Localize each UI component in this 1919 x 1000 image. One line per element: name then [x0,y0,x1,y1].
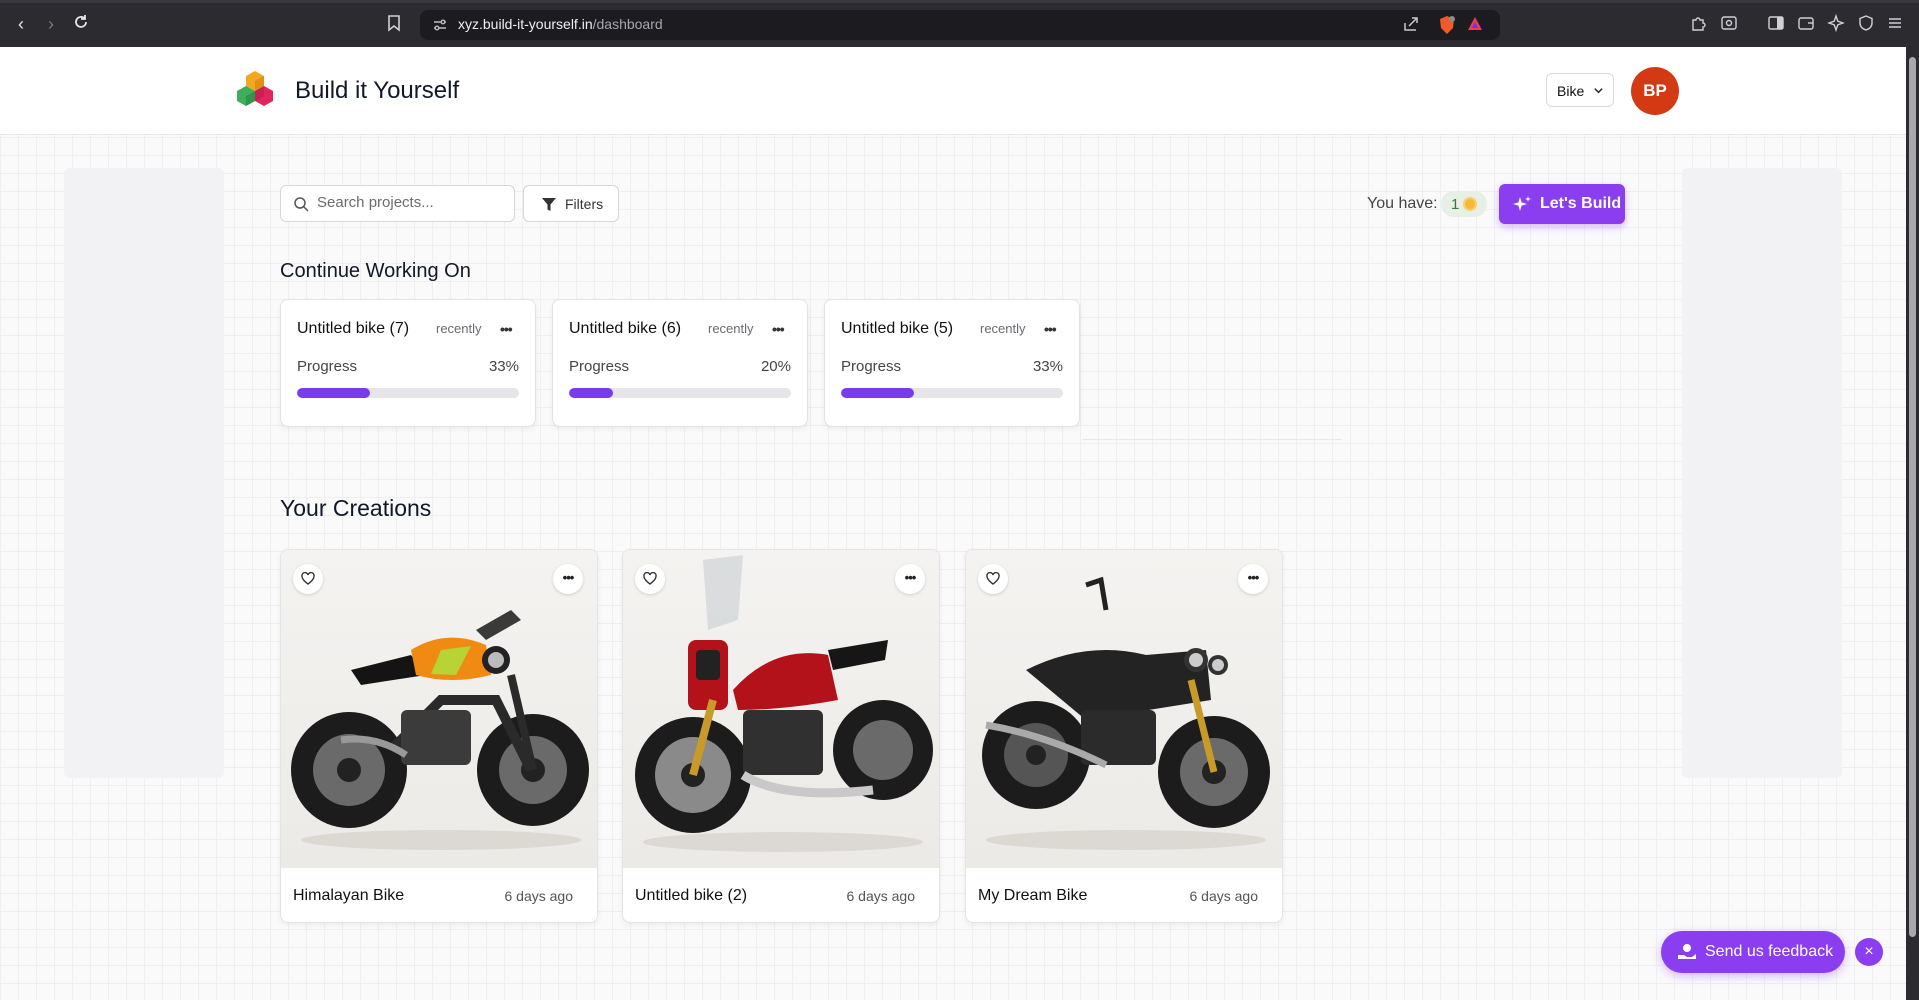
black-cafe-racer-motorcycle-image[interactable] [966,550,1282,868]
credits-badge: 1 [1441,191,1487,217]
back-icon[interactable]: ‹ [10,13,32,35]
app-header: Build it Yourself Bike BP [0,47,1906,135]
brand-name[interactable]: Build it Yourself [295,77,459,105]
url-host: xyz.build-it-yourself.in [458,16,593,32]
creations-section-title: Your Creations [280,495,432,521]
extensions-icon[interactable] [1690,14,1710,34]
site-settings-icon[interactable] [432,17,448,33]
more-options-icon[interactable]: ••• [1044,321,1057,337]
coin-icon [1463,197,1477,211]
filter-icon [542,198,556,211]
category-select[interactable]: Bike [1546,73,1614,107]
progress-label: Progress [841,358,902,375]
more-options-icon[interactable]: ••• [553,564,583,594]
right-ad-panel [1682,168,1842,778]
heart-icon [643,572,657,585]
progress-value: 20% [760,358,791,375]
progress-label: Progress [569,358,630,375]
vpn-shield-icon[interactable] [1857,14,1877,34]
progress-bar [569,388,791,398]
progress-fill [841,388,915,398]
creation-date: 6 days ago [504,888,574,904]
more-options-icon[interactable]: ••• [1238,564,1268,594]
avatar[interactable]: BP [1631,67,1679,115]
forward-icon[interactable]: › [40,13,62,35]
continue-card[interactable]: Untitled bike (7) recently ••• Progress … [280,299,536,427]
project-time: recently [708,321,754,336]
category-select-value: Bike [1557,83,1585,99]
more-options-icon[interactable]: ••• [500,321,513,337]
progress-value: 33% [488,358,519,375]
rewards-icon[interactable] [1466,15,1486,35]
credits-count: 1 [1451,196,1460,213]
creation-title: Untitled bike (2) [635,887,748,904]
project-name: Untitled bike (6) [569,320,682,337]
project-name: Untitled bike (7) [297,320,410,337]
continue-card[interactable]: Untitled bike (6) recently ••• Progress … [552,299,808,427]
continue-section-title: Continue Working On [280,260,471,282]
search-box[interactable] [280,185,515,222]
progress-label: Progress [297,358,358,375]
lets-build-button[interactable]: Let's Build [1499,184,1625,224]
send-feedback-button[interactable]: Send us feedback [1661,931,1845,973]
logo-icon[interactable] [234,69,276,111]
progress-fill [297,388,371,398]
filters-label: Filters [565,196,604,212]
lets-build-label: Let's Build [1540,195,1622,212]
filters-button[interactable]: Filters [523,185,619,222]
project-time: recently [980,321,1026,336]
creation-date: 6 days ago [1189,888,1259,904]
close-feedback-icon[interactable]: × [1855,938,1883,966]
heart-icon [986,572,1000,585]
scrollbar-thumb[interactable] [1909,57,1916,937]
progress-bar [297,388,519,398]
share-icon[interactable] [1402,15,1422,35]
tab-strip [0,0,1919,3]
page: Build it Yourself Bike BP Filters You ha… [0,47,1906,1000]
browser-toolbar: ‹ › xyz.build-it-yourself.in/dashboard [0,0,1919,47]
left-ad-panel [64,168,224,778]
favorite-button[interactable] [978,564,1008,594]
more-options-icon[interactable]: ••• [772,321,785,337]
creation-card[interactable]: ••• Himalayan Bike 6 days ago [280,549,598,923]
continue-card[interactable]: Untitled bike (5) recently ••• Progress … [824,299,1080,427]
creation-title: My Dream Bike [978,887,1088,904]
brave-shield-icon[interactable] [1438,15,1458,35]
more-options-icon[interactable]: ••• [895,564,925,594]
menu-icon[interactable] [1886,14,1906,34]
creation-date: 6 days ago [846,888,916,904]
credits-label: You have: [1367,195,1438,212]
url-text: xyz.build-it-yourself.in/dashboard [458,16,663,32]
red-touring-motorcycle-image[interactable] [623,550,939,868]
favorite-button[interactable] [635,564,665,594]
search-input[interactable] [317,194,507,211]
progress-value: 33% [1032,358,1063,375]
reload-icon[interactable] [70,13,92,35]
progress-fill [569,388,614,398]
chevron-down-icon [1594,88,1603,94]
heart-icon [301,572,315,585]
sparkle-icon [1513,196,1531,211]
orange-scrambler-motorcycle-image[interactable] [281,550,597,868]
section-divider [1082,439,1342,440]
url-path: /dashboard [592,16,663,32]
bookmark-icon[interactable] [386,14,406,34]
leo-ai-icon[interactable] [1826,13,1847,34]
creation-card[interactable]: ••• Untitled bike (2) 6 days ago [622,549,940,923]
project-name: Untitled bike (5) [841,320,954,337]
wallet-icon[interactable] [1797,14,1817,34]
creation-card[interactable]: ••• My Dream Bike 6 days ago [965,549,1283,923]
send-feedback-label: Send us feedback [1705,943,1834,960]
screenshot-icon[interactable] [1720,14,1740,34]
favorite-button[interactable] [293,564,323,594]
page-scrollbar[interactable] [1906,47,1919,1000]
creation-title: Himalayan Bike [293,887,405,904]
search-icon [294,197,309,212]
progress-bar [841,388,1063,398]
address-bar[interactable]: xyz.build-it-yourself.in/dashboard [420,10,1500,40]
sidebar-icon[interactable] [1767,14,1787,34]
project-time: recently [436,321,482,336]
feedback-hand-icon [1678,944,1696,959]
